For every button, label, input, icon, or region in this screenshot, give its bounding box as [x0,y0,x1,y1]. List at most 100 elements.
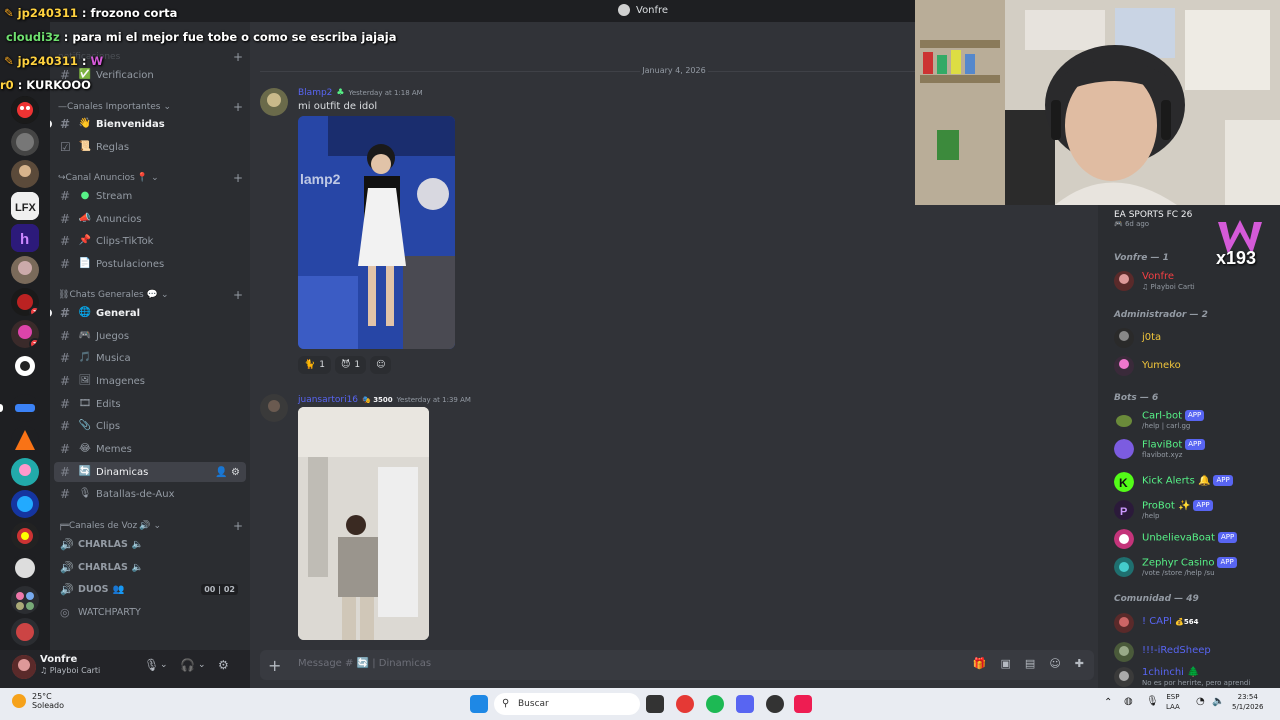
channel-dinamicas[interactable]: # 🔄 Dinamicas 👤 ⚙ [54,462,246,482]
microphone-icon: 🎙 [78,488,92,499]
obs-icon[interactable] [766,695,784,713]
channel-juegos[interactable]: # 🎮 Juegos [54,326,246,346]
server-icon-11[interactable] [11,426,39,454]
weather-widget[interactable]: 25°C Soleado [12,692,64,710]
server-icon-7[interactable]: 1 [11,288,39,316]
category-announcements[interactable]: ↪ Canal Anuncios 📍 ⌄ + [58,171,243,185]
wifi-icon[interactable]: ◔ [1196,697,1205,707]
voice-channel-watchparty[interactable]: ◎ WATCHPARTY [54,602,246,622]
voice-channel-charlas-1[interactable]: 🔊 CHARLAS 🔈 [54,534,246,554]
sticker-icon[interactable]: ▤ [1025,657,1035,670]
server-icon-1[interactable] [11,96,39,124]
gif-icon[interactable]: ▣ [1001,657,1011,670]
apps-icon[interactable]: ✚ [1075,657,1084,670]
channel-stream[interactable]: # ● Stream [54,186,246,206]
reaction-cat[interactable]: 🐈 1 [298,356,331,374]
channel-batallas[interactable]: # 🎙 Batallas-de-Aux [54,484,246,504]
message-image[interactable]: lamp2 [298,116,455,349]
channel-clips[interactable]: # 📎 Clips [54,416,246,436]
member-flavibot[interactable]: FlaviBot APP flavibot.xyz [1114,437,1280,461]
network-tray-icon[interactable]: ◍ [1124,697,1133,707]
channel-musica[interactable]: # 🎵 Musica [54,348,246,368]
member-iredsheep[interactable]: !!!-iRedSheep [1114,640,1280,664]
category-voice[interactable]: ╒═ Canales de Voz 🔊 ⌄ + [58,519,243,533]
spotify-icon[interactable] [706,695,724,713]
server-icon-16[interactable] [11,586,39,614]
language-indicator[interactable]: ESP LAA [1166,692,1180,712]
clock[interactable]: 23:54 5/1/2026 [1232,692,1263,712]
channel-postulaciones[interactable]: # 📄 Postulaciones [54,254,246,274]
server-icon-17[interactable] [11,618,39,646]
category-general[interactable]: ⛓ Chats Generales 💬 ⌄ + [58,288,243,302]
microphone-icon[interactable]: 🎙 [144,658,159,672]
server-icon-9[interactable] [11,352,39,380]
chevron-up-icon[interactable]: ⌃ [1104,698,1112,708]
avatar[interactable] [260,88,288,116]
voice-channel-charlas-2[interactable]: 🔊 CHARLAS 🔈 [54,557,246,577]
avatar[interactable] [12,655,36,679]
server-icon-8[interactable]: 1 [11,320,39,348]
chevron-down-icon[interactable]: ⌄ [160,660,168,670]
server-icon-15[interactable] [11,554,39,582]
member-carlbot[interactable]: Carl-bot APP /help | carl.gg [1114,408,1280,432]
invite-icon[interactable]: 👤 [215,467,227,478]
server-icon-12[interactable] [11,458,39,486]
add-reaction-button[interactable]: ☺ [370,356,392,374]
message-image[interactable] [298,407,429,640]
emoji-icon[interactable]: ☺ [1049,657,1060,670]
reaction-devil[interactable]: 😈 1 [334,356,367,374]
gift-icon[interactable]: 🎁 [973,657,987,670]
gear-icon[interactable]: ⚙ [231,467,240,478]
channel-imagenes[interactable]: # 🖼 Imagenes [54,371,246,391]
channel-edits[interactable]: # 🎞 Edits [54,394,246,414]
server-icon-lfx[interactable]: LFX [11,192,39,220]
windows-start-icon[interactable] [470,695,488,713]
member-probot[interactable]: P ProBot ✨ APP /help [1114,498,1280,522]
channel-bienvenidas[interactable]: # 👋 Bienvenidas [50,114,246,134]
upload-button[interactable]: + [268,656,281,675]
message-author[interactable]: Blamp2 [298,88,332,98]
server-icon-2[interactable] [11,128,39,156]
member-zephyr[interactable]: Zephyr Casino APP /vote /store /help /su [1114,555,1280,579]
channel-reglas[interactable]: ☑ 📜 Reglas [54,137,246,157]
category-important[interactable]: — Canales Importantes ⌄ + [58,100,243,114]
add-channel-icon[interactable]: + [233,519,243,533]
add-channel-icon[interactable]: + [233,288,243,302]
add-channel-icon[interactable]: + [233,100,243,114]
channel-memes[interactable]: # 😂 Memes [54,439,246,459]
message-author[interactable]: juansartori16 [298,395,358,405]
channel-clips-tiktok[interactable]: # 📌 Clips-TikTok [54,231,246,251]
activity-card[interactable]: EA SPORTS FC 26 🎮 6d ago [1114,210,1192,228]
voice-channel-duos[interactable]: 🔊 DUOS 👥 00 | 02 [54,579,246,599]
member-ichinchi[interactable]: 1chinchi 🌲 No es por herirte, pero apren… [1114,665,1280,688]
member-yumeko[interactable]: Yumeko [1114,354,1280,378]
member-jota[interactable]: j0ta [1114,326,1280,350]
server-icon-3[interactable] [11,160,39,188]
task-view-icon[interactable] [646,695,664,713]
avatar[interactable] [260,394,288,422]
channel-general[interactable]: # 🌐 General [50,303,246,323]
gear-icon[interactable]: ⚙ [218,658,229,672]
volume-icon[interactable]: 🔈 [1212,697,1224,707]
channel-anuncios[interactable]: # 📣 Anuncios [54,209,246,229]
member-kickalerts[interactable]: K Kick Alerts 🔔 APP [1114,470,1280,494]
discord-icon[interactable] [736,695,754,713]
headphones-icon[interactable]: 🎧 [180,658,195,672]
taskbar-search[interactable]: ⚲ Buscar [494,693,640,715]
member-unbelievaboat[interactable]: UnbelievaBoat APP [1114,527,1280,551]
message-header: Blamp2 ♣ Yesterday at 1:18 AM [298,88,423,98]
chevron-down-icon[interactable]: ⌄ [198,660,206,670]
add-channel-icon[interactable]: + [233,50,243,64]
server-icon-10[interactable] [11,394,39,422]
server-icon-13[interactable] [11,490,39,518]
member-capi[interactable]: ! CAPI 💰564 [1114,611,1280,635]
server-icon-6[interactable] [11,256,39,284]
member-vonfre[interactable]: Vonfre ♫ Playboi Carti [1114,269,1280,293]
chrome-icon[interactable] [676,695,694,713]
tiktok-icon[interactable] [794,695,812,713]
mic-tray-icon[interactable]: 🎙 [1146,697,1159,707]
add-channel-icon[interactable]: + [233,171,243,185]
message-input[interactable]: + Message # 🔄 | Dinamicas 🎁 ▣ ▤ ☺ ✚ [260,650,1094,680]
server-icon-h[interactable]: h [11,224,39,252]
server-icon-14[interactable] [11,522,39,550]
